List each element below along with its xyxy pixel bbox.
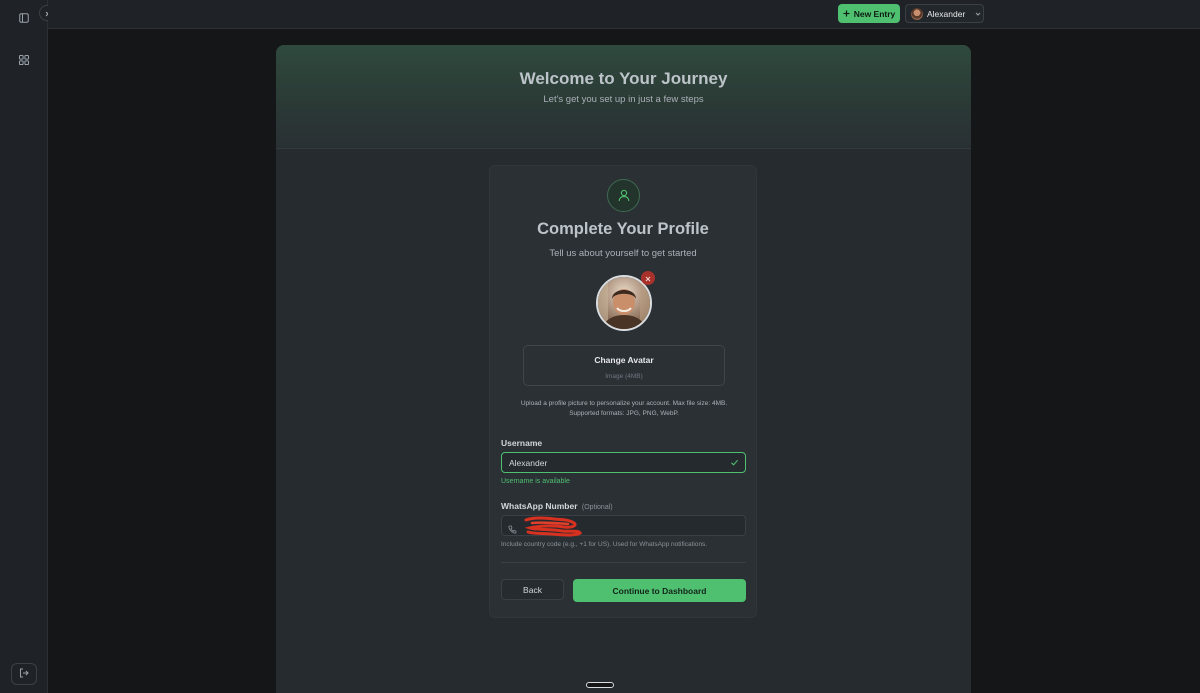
hero-title: Welcome to Your Journey <box>519 69 728 88</box>
top-bar: New Entry Alexander <box>48 0 1200 29</box>
sidebar-toggle-icon[interactable] <box>14 8 34 28</box>
whatsapp-label-text: WhatsApp Number <box>501 501 578 511</box>
hero-banner: Welcome to Your Journey Let's get you se… <box>276 45 971 149</box>
username-value: Alexander <box>509 457 548 468</box>
sidebar <box>0 0 48 693</box>
user-menu-button[interactable]: Alexander <box>905 4 984 23</box>
check-icon <box>730 458 739 469</box>
user-avatar <box>911 7 923 20</box>
grid-icon[interactable] <box>14 50 34 70</box>
onboarding-card: Welcome to Your Journey Let's get you se… <box>276 45 971 693</box>
profile-subtitle: Tell us about yourself to get started <box>549 248 697 259</box>
profile-title: Complete Your Profile <box>537 220 709 238</box>
change-avatar-dropzone[interactable]: Change Avatar Image (4MB) <box>523 345 725 386</box>
whatsapp-label: WhatsApp Number (Optional) <box>501 501 613 511</box>
whatsapp-input[interactable] <box>501 515 746 539</box>
whatsapp-optional-tag: (Optional) <box>581 504 613 511</box>
chevron-down-icon <box>975 9 981 19</box>
scroll-indicator[interactable] <box>586 682 614 688</box>
user-name: Alexander <box>927 8 966 19</box>
new-entry-button[interactable]: New Entry <box>838 4 900 23</box>
user-icon <box>607 179 640 212</box>
back-button[interactable]: Back <box>501 579 564 600</box>
username-input[interactable]: Alexander <box>501 452 746 473</box>
new-entry-label: New Entry <box>853 8 896 19</box>
username-label: Username <box>501 438 543 448</box>
app-root: New Entry Alexander Welcome to Your Jour… <box>0 0 1200 693</box>
form-divider <box>501 562 746 563</box>
hero-subtitle: Let's get you set up in just a few steps <box>543 94 704 105</box>
phone-icon <box>508 521 517 539</box>
logout-icon <box>19 665 29 683</box>
upload-help-text: Upload a profile picture to personalize … <box>520 400 728 417</box>
change-avatar-hint: Image (4MB) <box>605 373 643 380</box>
change-avatar-label: Change Avatar <box>594 355 654 365</box>
continue-button[interactable]: Continue to Dashboard <box>573 579 746 602</box>
username-status: Username is available <box>501 478 570 485</box>
redacted-phone-scribble <box>522 516 584 543</box>
plus-icon <box>843 9 850 19</box>
main-content: Welcome to Your Journey Let's get you se… <box>48 29 1200 693</box>
whatsapp-help-text: Include country code (e.g., +1 for US). … <box>501 541 708 548</box>
close-icon <box>645 269 651 287</box>
logout-button[interactable] <box>11 663 37 685</box>
profile-form-card: Complete Your Profile Tell us about your… <box>489 165 757 618</box>
remove-avatar-button[interactable] <box>641 271 655 285</box>
